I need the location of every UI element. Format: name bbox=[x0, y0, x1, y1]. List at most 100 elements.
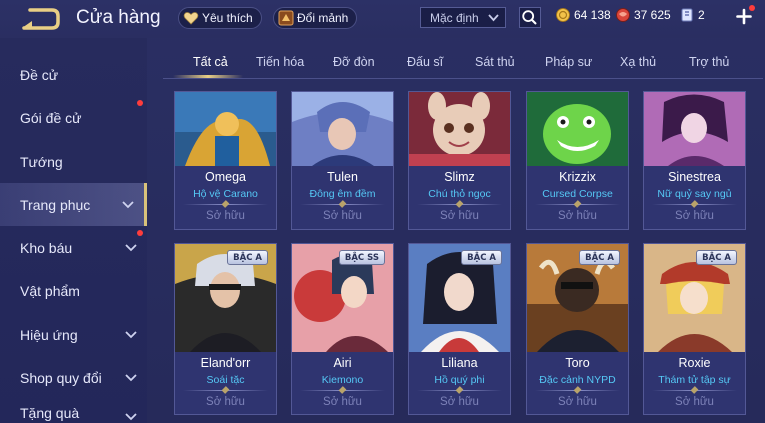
skin-art-omega bbox=[175, 92, 276, 166]
sidebar-item-label: Hiệu ứng bbox=[20, 326, 78, 343]
voucher-balance: 2 bbox=[680, 8, 705, 22]
skin-card[interactable]: BẬC SS Airi Kiemono Sở hữu bbox=[291, 243, 394, 415]
search-button[interactable] bbox=[519, 7, 541, 28]
sidebar-item-label: Shop quy đổi bbox=[20, 369, 102, 386]
top-bar: Cửa hàng Yêu thích Đổi mảnh Mặc định 64 … bbox=[0, 0, 765, 38]
tab-support[interactable]: Trợ thủ bbox=[689, 55, 729, 69]
sidebar-item-label: Đề cử bbox=[20, 66, 59, 83]
sidebar-item-skins[interactable]: Trang phục bbox=[0, 183, 147, 226]
tier-badge: BẬC A bbox=[579, 250, 620, 265]
tab-assassin[interactable]: Sát thủ bbox=[475, 55, 515, 69]
hero-name: Sinestrea bbox=[668, 170, 721, 184]
favorites-button[interactable]: Yêu thích bbox=[178, 7, 262, 29]
gold-balance: 64 138 bbox=[556, 8, 611, 22]
notification-dot bbox=[137, 100, 143, 106]
skin-card[interactable]: BẬC A Liliana Hồ quý phi Sở hữu bbox=[408, 243, 511, 415]
gold-coin-icon bbox=[556, 8, 570, 22]
tab-evolution[interactable]: Tiến hóa bbox=[256, 55, 304, 69]
skin-artwork bbox=[292, 92, 393, 166]
back-arrow-icon[interactable] bbox=[18, 7, 62, 31]
gem-amount: 37 625 bbox=[634, 8, 671, 22]
tier-badge: BẬC A bbox=[696, 250, 737, 265]
chevron-down-icon bbox=[125, 243, 137, 251]
hero-name: Krizzix bbox=[559, 170, 596, 184]
gold-amount: 64 138 bbox=[574, 8, 611, 22]
sidebar-item-treasure[interactable]: Kho báu bbox=[0, 226, 147, 269]
sort-value: Mặc định bbox=[430, 10, 479, 25]
sidebar-item-heroes[interactable]: Tướng bbox=[0, 140, 147, 183]
hero-name: Tulen bbox=[327, 170, 358, 184]
skin-card[interactable]: BẬC A Roxie Thám tử tập sự Sở hữu bbox=[643, 243, 746, 415]
tier-badge: BẬC A bbox=[461, 250, 502, 265]
sidebar-item-exchange-shop[interactable]: Shop quy đổi bbox=[0, 356, 147, 399]
skin-name: Đặc cảnh NYPD bbox=[539, 374, 616, 386]
hero-name: Omega bbox=[205, 170, 246, 184]
notification-dot bbox=[137, 230, 143, 236]
sidebar-item-label: Kho báu bbox=[20, 239, 73, 256]
hero-name: Airi bbox=[333, 356, 352, 370]
search-icon bbox=[522, 10, 537, 25]
divider-ornament bbox=[338, 386, 347, 394]
skin-name: Cursed Corpse bbox=[542, 188, 613, 200]
sort-dropdown[interactable]: Mặc định bbox=[420, 7, 506, 28]
owned-status: Sở hữu bbox=[440, 396, 479, 408]
owned-status: Sở hữu bbox=[323, 210, 362, 222]
skin-name: Thám tử tập sự bbox=[658, 374, 731, 386]
chevron-down-icon bbox=[488, 14, 499, 22]
skin-art-krizzix bbox=[527, 92, 628, 166]
tab-marksman[interactable]: Xạ thủ bbox=[620, 55, 656, 69]
divider-ornament bbox=[455, 200, 464, 208]
exchange-fragments-button[interactable]: Đổi mảnh bbox=[273, 7, 358, 29]
category-tabs: Tất cả Tiến hóa Đỡ đòn Đấu sĩ Sát thủ Ph… bbox=[163, 45, 763, 79]
skin-artwork bbox=[644, 92, 745, 166]
heart-icon bbox=[183, 12, 199, 25]
owned-status: Sở hữu bbox=[675, 210, 714, 222]
skin-artwork bbox=[175, 92, 276, 166]
sidebar-item-label: Tướng bbox=[20, 153, 63, 170]
chevron-down-icon bbox=[125, 330, 137, 338]
chevron-down-icon bbox=[125, 413, 137, 421]
hero-name: Roxie bbox=[678, 356, 711, 370]
divider-ornament bbox=[455, 386, 464, 394]
skin-card[interactable]: Sinestrea Nữ quỷ say ngủ Sở hữu bbox=[643, 91, 746, 230]
skin-artwork bbox=[409, 92, 510, 166]
sidebar-item-label: Tặng quà bbox=[20, 405, 80, 421]
skin-card[interactable]: Omega Hộ vệ Carano Sở hữu bbox=[174, 91, 277, 230]
divider-ornament bbox=[221, 386, 230, 394]
sidebar-item-label: Gói đề cử bbox=[20, 109, 82, 126]
divider-ornament bbox=[338, 200, 347, 208]
skin-art-tulen bbox=[292, 92, 393, 166]
skin-art-slimz bbox=[409, 92, 510, 166]
tab-all[interactable]: Tất cả bbox=[193, 55, 228, 69]
tab-mage[interactable]: Pháp sư bbox=[545, 55, 592, 69]
skin-name: Đông êm đềm bbox=[309, 188, 376, 200]
tab-fighter[interactable]: Đấu sĩ bbox=[407, 55, 443, 69]
sidebar-item-gifts[interactable]: Tặng quà bbox=[0, 399, 147, 423]
skin-name: Soái tặc bbox=[206, 374, 245, 386]
divider-ornament bbox=[690, 200, 699, 208]
skin-card[interactable]: Krizzix Cursed Corpse Sở hữu bbox=[526, 91, 629, 230]
hero-name: Slimz bbox=[444, 170, 475, 184]
skin-card[interactable]: Tulen Đông êm đềm Sở hữu bbox=[291, 91, 394, 230]
favorites-label: Yêu thích bbox=[202, 11, 253, 25]
owned-status: Sở hữu bbox=[206, 396, 245, 408]
owned-status: Sở hữu bbox=[323, 396, 362, 408]
hero-name: Toro bbox=[565, 356, 590, 370]
skin-art-sinestrea bbox=[644, 92, 745, 166]
fragment-box-icon bbox=[278, 10, 294, 26]
chevron-down-icon bbox=[125, 373, 137, 381]
sidebar-item-effects[interactable]: Hiệu ứng bbox=[0, 313, 147, 356]
sidebar-item-recommended[interactable]: Đề cử bbox=[0, 53, 147, 96]
skin-card[interactable]: BẬC A Eland'orr Soái tặc Sở hữu bbox=[174, 243, 277, 415]
notification-dot bbox=[749, 5, 755, 11]
sidebar: Đề cử Gói đề cử Tướng Trang phục Kho báu… bbox=[0, 38, 147, 423]
skin-card[interactable]: Slimz Chú thỏ ngọc Sở hữu bbox=[408, 91, 511, 230]
hero-name: Eland'orr bbox=[200, 356, 251, 370]
skin-card[interactable]: BẬC A Toro Đặc cảnh NYPD Sở hữu bbox=[526, 243, 629, 415]
voucher-amount: 2 bbox=[698, 8, 705, 22]
owned-status: Sở hữu bbox=[206, 210, 245, 222]
sidebar-item-recommended-packs[interactable]: Gói đề cử bbox=[0, 96, 147, 139]
tab-tank[interactable]: Đỡ đòn bbox=[333, 55, 375, 69]
sidebar-item-items[interactable]: Vật phẩm bbox=[0, 269, 147, 312]
page-title: Cửa hàng bbox=[76, 7, 161, 28]
